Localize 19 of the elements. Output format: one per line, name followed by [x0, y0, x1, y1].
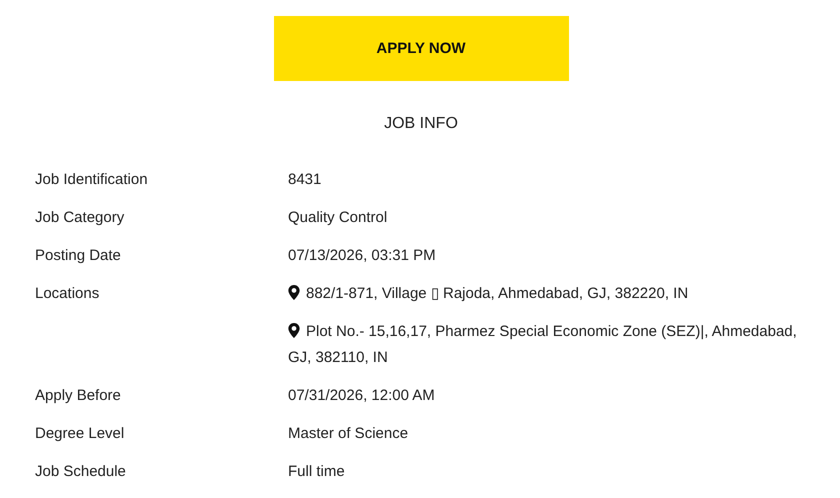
field-label: Posting Date	[35, 246, 122, 266]
field-label: Job Identification	[35, 170, 149, 190]
field-label: Apply Before	[35, 386, 122, 406]
field-label: Degree Level	[35, 424, 126, 444]
field-value: Full time	[288, 462, 346, 482]
field-label: Job Schedule	[35, 462, 127, 482]
location-value: 882/1-871, Village ▯ Rajoda, Ahmedabad, GJ, 382220, IN	[288, 275, 823, 313]
field-value: Master of Science	[288, 424, 410, 444]
field-value: 07/31/2026, 12:00 AM	[288, 386, 436, 406]
location-pin-icon	[288, 323, 300, 338]
field-label: Job Category	[35, 208, 126, 228]
section-title: JOB INFO	[384, 115, 458, 133]
field-label: Locations	[35, 284, 100, 304]
apply-now-button[interactable]: APPLY NOW	[274, 16, 568, 81]
field-value: Quality Control	[288, 208, 388, 228]
field-value: 07/13/2026, 03:31 PM	[288, 246, 437, 266]
location-value: Plot No.- 15,16,17, Pharmez Special Economic Zone (SEZ)|, Ahmedabad, GJ, 382110, IN	[288, 322, 798, 368]
location-pin-icon	[288, 285, 300, 300]
field-value: 8431	[288, 170, 322, 190]
